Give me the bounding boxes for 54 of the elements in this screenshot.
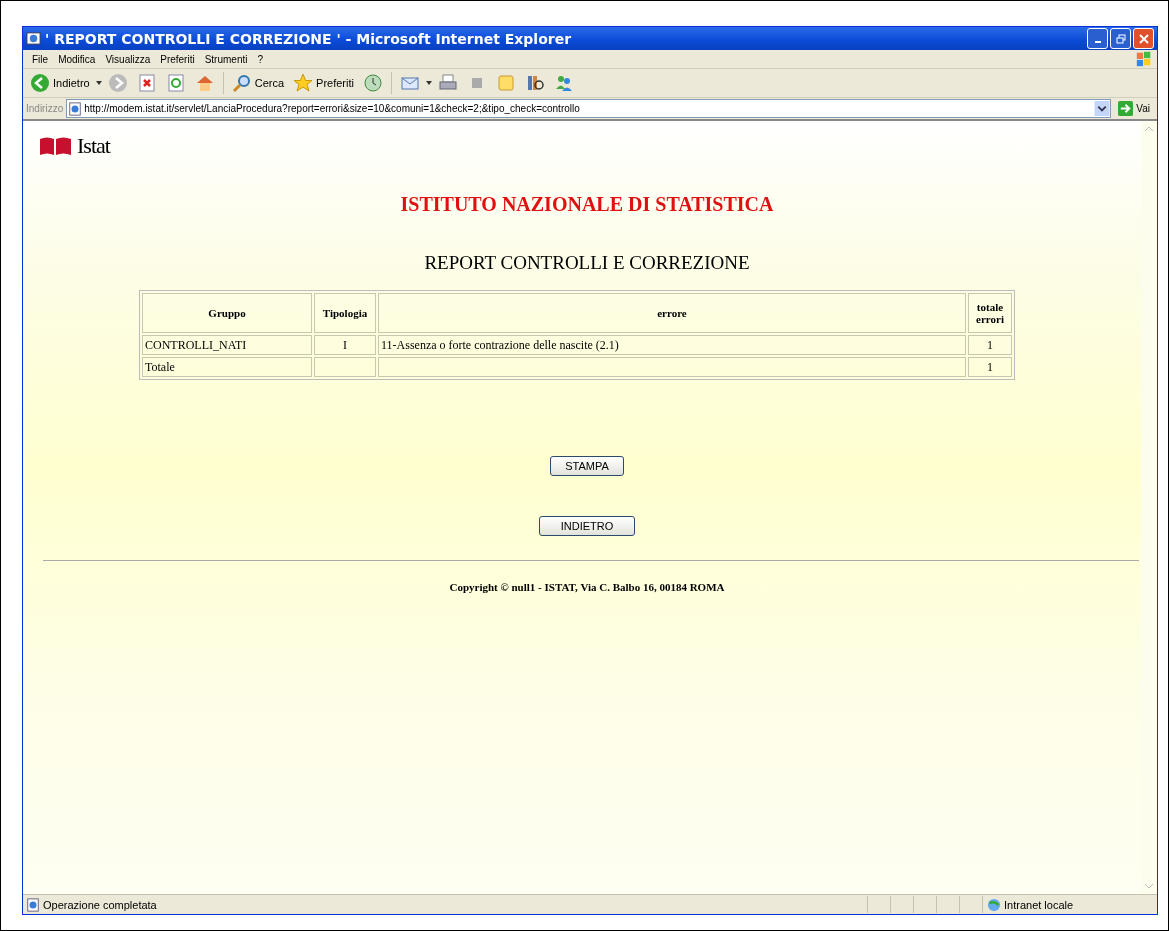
- address-field[interactable]: http://modem.istat.it/servlet/LanciaProcedura?report=errori&size=10&comuni=1&check=2;&tipo_check=controllo: [66, 99, 1112, 118]
- menu-item[interactable]: Visualizza: [100, 53, 156, 65]
- search-button[interactable]: Cerca: [228, 73, 288, 93]
- people-icon[interactable]: [553, 73, 574, 93]
- menu-item[interactable]: Preferiti: [155, 53, 200, 65]
- page-heading: ISTITUTO NAZIONALE DI STATISTICA: [400, 193, 774, 216]
- menu-item[interactable]: ?: [252, 53, 269, 65]
- table-cell: CONTROLLI_NATI: [142, 335, 312, 355]
- menu-item[interactable]: File: [27, 53, 54, 65]
- page-icon: [68, 101, 83, 116]
- stop-icon[interactable]: [136, 73, 157, 93]
- status-text: Operazione completata: [43, 898, 157, 911]
- table-cell: I: [314, 335, 376, 355]
- logo-text: Istat: [77, 133, 110, 159]
- page-icon: [26, 897, 40, 912]
- windows-logo-icon: [1135, 50, 1153, 68]
- address-label: Indirizzo: [26, 103, 64, 114]
- dropdown-arrow-icon[interactable]: [425, 81, 432, 85]
- globe-icon: [987, 897, 1001, 912]
- report-title: REPORT CONTROLLI E CORREZIONE: [424, 252, 750, 274]
- search-icon: [231, 73, 252, 93]
- column-header: errore: [378, 293, 966, 333]
- form-button[interactable]: INDIETRO: [539, 516, 635, 536]
- menu-item[interactable]: Modifica: [53, 53, 101, 65]
- table-cell: 11-Assenza o forte contrazione delle nascite (2.1): [378, 335, 966, 355]
- copyright-text: Copyright © null1 - ISTAT, Via C. Balbo 16, 00184 ROMA: [449, 581, 725, 593]
- close-icon: [1138, 33, 1149, 44]
- refresh-icon[interactable]: [165, 73, 186, 93]
- table-cell: Totale: [142, 357, 312, 377]
- minimize-button[interactable]: [1087, 28, 1108, 49]
- history-icon[interactable]: [362, 73, 383, 93]
- column-header: Gruppo: [142, 293, 312, 333]
- printer-icon[interactable]: [437, 73, 458, 93]
- url-text: http://modem.istat.it/servlet/LanciaProcedura?report=errori&size=10&comuni=1&check=2;&tipo_check=controllo: [84, 103, 580, 114]
- table-cell: 1: [968, 335, 1012, 355]
- favorites-button[interactable]: Preferiti: [290, 73, 357, 93]
- minimize-icon: [1094, 40, 1101, 43]
- zone-text: Intranet locale: [1004, 898, 1074, 911]
- go-button[interactable]: Vai: [1114, 101, 1154, 116]
- column-header: totale errori: [968, 293, 1012, 333]
- star-icon: [293, 73, 314, 93]
- forward-icon[interactable]: [107, 73, 128, 93]
- logo-icon: [39, 136, 73, 156]
- restore-button[interactable]: [1110, 28, 1131, 49]
- back-button[interactable]: Indietro: [27, 73, 93, 93]
- table-cell: 1: [968, 357, 1012, 377]
- browser-icon: [26, 31, 41, 46]
- dropdown-arrow-icon[interactable]: [95, 81, 102, 85]
- close-button[interactable]: [1133, 28, 1154, 49]
- restore-icon: [1115, 33, 1126, 44]
- window-title: ' REPORT CONTROLLI E CORREZIONE ' - Microsoft Internet Explorer: [45, 30, 572, 47]
- form-button[interactable]: STAMPA: [550, 456, 624, 476]
- menu-item[interactable]: Strumenti: [199, 53, 253, 65]
- column-header: Tipologia: [314, 293, 376, 333]
